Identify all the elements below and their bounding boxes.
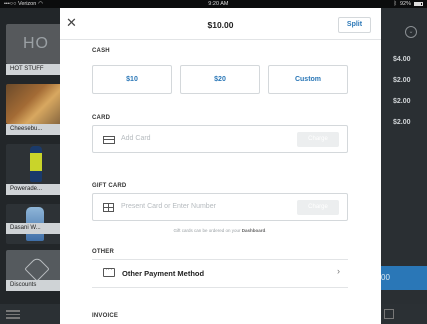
item-tile-hot-stuff[interactable]: HO xyxy=(6,24,66,64)
item-tile-powerade[interactable] xyxy=(6,144,66,184)
card-charge-button[interactable]: Charge xyxy=(297,132,339,147)
split-button[interactable]: Split xyxy=(338,17,371,33)
bottle-image xyxy=(30,146,42,182)
charge-button[interactable]: 00 xyxy=(381,266,427,290)
battery-icon xyxy=(414,2,423,6)
status-bar: •••○○ Verizon ◠ 9:20 AM ᛒ 92% xyxy=(0,0,427,8)
modal-header: ✕ $10.00 Split xyxy=(60,8,381,40)
gift-card-charge-button[interactable]: Charge xyxy=(297,200,339,215)
gift-card-section-title: GIFT CARD xyxy=(92,183,127,189)
clock: 9:20 AM xyxy=(208,1,229,7)
grid-icon[interactable] xyxy=(384,309,394,319)
gift-card-field[interactable]: Present Card or Enter Number Charge xyxy=(92,193,348,221)
ticket-price: $2.00 xyxy=(393,98,411,105)
cash-10-button[interactable]: $10 xyxy=(92,65,172,94)
item-label: Powerade... xyxy=(6,184,66,195)
battery-percent: 92% xyxy=(399,1,411,7)
carrier-group: •••○○ Verizon ◠ xyxy=(4,1,43,7)
ticket-panel xyxy=(381,8,427,304)
cash-20-button[interactable]: $20 xyxy=(180,65,260,94)
chevron-down-icon[interactable]: ⌄ xyxy=(405,26,417,38)
wifi-icon: ◠ xyxy=(38,1,44,7)
card-field[interactable]: Add Card Charge xyxy=(92,125,348,153)
card-placeholder: Add Card xyxy=(121,135,151,142)
cash-section-title: CASH xyxy=(92,48,110,54)
item-label: HOT STUFF xyxy=(6,64,66,75)
total-amount: $10.00 xyxy=(207,20,234,30)
ticket-price: $4.00 xyxy=(393,56,411,63)
bluetooth-icon: ᛒ xyxy=(393,1,397,7)
gift-card-icon xyxy=(103,203,114,212)
chevron-right-icon: › xyxy=(337,266,340,276)
credit-card-icon xyxy=(103,136,115,144)
other-payment-row[interactable]: ··· Other Payment Method › xyxy=(92,260,348,286)
dashboard-link[interactable]: Dashboard xyxy=(242,228,266,233)
ticket-price: $2.00 xyxy=(393,119,411,126)
ticket-price: $2.00 xyxy=(393,77,411,84)
tag-icon xyxy=(24,256,50,282)
item-label: Dasani W... xyxy=(6,223,66,234)
other-section-title: OTHER xyxy=(92,249,114,255)
card-section-title: CARD xyxy=(92,115,111,121)
gift-card-note: Gift cards can be ordered on your Dashbo… xyxy=(173,228,267,233)
gift-card-placeholder: Present Card or Enter Number xyxy=(121,203,216,210)
carrier-label: •••○○ Verizon xyxy=(4,1,37,7)
battery-group: ᛒ 92% xyxy=(394,1,423,7)
cash-custom-button[interactable]: Custom xyxy=(268,65,348,94)
invoice-section-title: INVOICE xyxy=(92,313,119,319)
divider xyxy=(92,287,348,288)
menu-icon[interactable] xyxy=(6,308,20,320)
item-label: Cheesebu... xyxy=(6,124,66,135)
ellipsis-icon: ··· xyxy=(103,267,115,277)
item-label: Discounts xyxy=(6,280,66,291)
other-payment-label: Other Payment Method xyxy=(122,269,205,278)
payment-modal: ✕ $10.00 Split CASH $10 $20 Custom CARD … xyxy=(60,8,381,324)
item-tile-cheeseburger[interactable] xyxy=(6,84,66,124)
